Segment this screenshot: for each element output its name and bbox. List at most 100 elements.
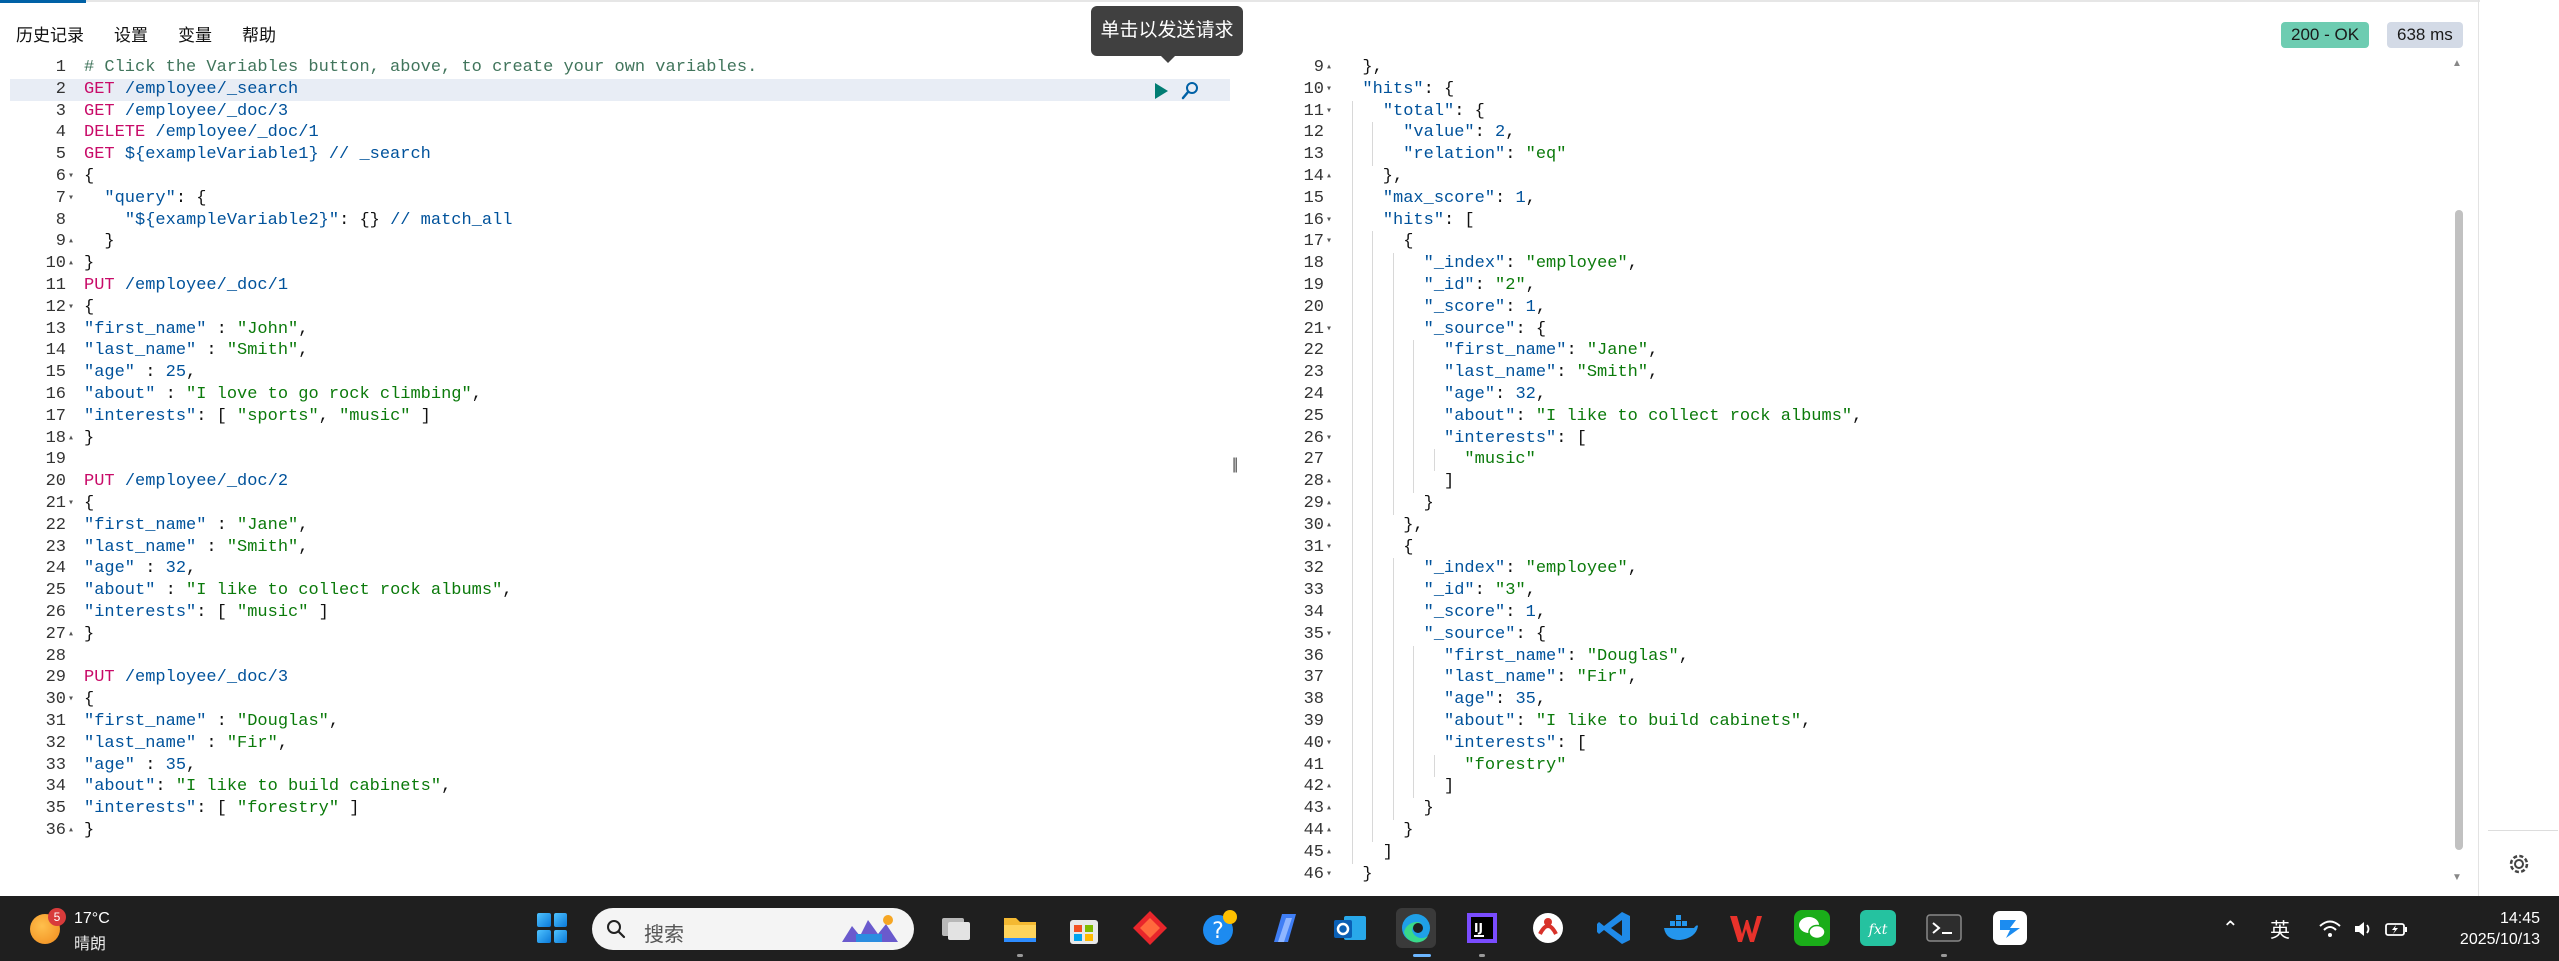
fold-expand-icon[interactable]: ▴ xyxy=(1326,493,1338,515)
code-line[interactable]: 33 "_id": "3", xyxy=(1268,580,2458,603)
code-line[interactable]: 21 ▾ "_source": { xyxy=(1268,318,2458,341)
code-line[interactable]: 41 "forestry" xyxy=(1268,754,2458,777)
fold-expand-icon[interactable]: ▴ xyxy=(68,820,80,842)
fold-collapse-icon[interactable]: ▾ xyxy=(1326,864,1338,886)
code-line[interactable]: 18 "_index": "employee", xyxy=(1268,253,2458,276)
fold-collapse-icon[interactable]: ▾ xyxy=(1326,733,1338,755)
taskbar-search[interactable]: 搜索 xyxy=(592,908,914,950)
fold-collapse-icon[interactable]: ▾ xyxy=(68,493,80,515)
menu-help[interactable]: 帮助 xyxy=(242,21,276,46)
code-line[interactable]: 15 "age" : 25, xyxy=(10,362,1230,384)
battery-icon[interactable] xyxy=(2384,918,2410,940)
fold-expand-icon[interactable]: ▴ xyxy=(1326,820,1338,842)
code-line[interactable]: 1 # Click the Variables button, above, to… xyxy=(10,57,1230,79)
code-line[interactable]: 13 "first_name" : "John", xyxy=(10,319,1230,341)
wrench-icon[interactable] xyxy=(1180,81,1200,101)
fold-expand-icon[interactable]: ▴ xyxy=(1326,776,1338,798)
fold-expand-icon[interactable]: ▴ xyxy=(1326,471,1338,493)
fold-collapse-icon[interactable]: ▾ xyxy=(1326,537,1338,559)
code-line[interactable]: 5 GET ${exampleVariable1} // _search xyxy=(10,144,1230,166)
file-explorer-icon[interactable] xyxy=(1000,908,1040,948)
code-line[interactable]: 37 "last_name": "Fir", xyxy=(1268,667,2458,690)
code-line[interactable]: 18 ▴} xyxy=(10,428,1230,450)
task-view-icon[interactable] xyxy=(936,908,976,948)
fold-collapse-icon[interactable]: ▾ xyxy=(1326,231,1338,253)
fold-collapse-icon[interactable]: ▾ xyxy=(68,166,80,188)
fold-collapse-icon[interactable]: ▾ xyxy=(1326,79,1338,101)
menu-variables[interactable]: 变量 xyxy=(178,21,212,46)
volume-icon[interactable] xyxy=(2352,918,2374,940)
code-line[interactable]: 17 ▾ { xyxy=(1268,231,2458,254)
code-line[interactable]: 19 xyxy=(10,449,1230,471)
code-line[interactable]: 20 "_score": 1, xyxy=(1268,296,2458,319)
fold-expand-icon[interactable]: ▴ xyxy=(1326,798,1338,820)
fold-collapse-icon[interactable]: ▾ xyxy=(1326,319,1338,341)
code-line[interactable]: 42 ▴ ] xyxy=(1268,776,2458,799)
fold-collapse-icon[interactable]: ▾ xyxy=(1326,624,1338,646)
windows-start-icon[interactable] xyxy=(532,908,572,948)
fold-expand-icon[interactable]: ▴ xyxy=(1326,515,1338,537)
code-line[interactable]: 14 ▴ }, xyxy=(1268,166,2458,188)
code-line[interactable]: 23 "last_name": "Smith", xyxy=(1268,362,2458,385)
code-line[interactable]: 45 ▴ ] xyxy=(1268,841,2458,864)
code-line[interactable]: 11 ▾ "total": { xyxy=(1268,100,2458,123)
fold-expand-icon[interactable]: ▴ xyxy=(68,624,80,646)
code-line[interactable]: 27 "music" xyxy=(1268,449,2458,472)
fold-expand-icon[interactable]: ▴ xyxy=(68,428,80,450)
code-line[interactable]: 25 "about" : "I like to collect rock albu… xyxy=(10,580,1230,602)
outlook-icon[interactable] xyxy=(1330,908,1370,948)
code-line[interactable]: 26 "interests": [ "music" ] xyxy=(10,602,1230,624)
code-line[interactable]: 2 GET /employee/_search xyxy=(10,78,1230,101)
copilot-icon[interactable] xyxy=(1264,908,1304,948)
code-line[interactable]: 27 ▴} xyxy=(10,624,1230,646)
code-line[interactable]: 33 "age" : 35, xyxy=(10,755,1230,777)
code-line[interactable]: 4 DELETE /employee/_doc/1 xyxy=(10,122,1230,144)
redis-client-icon[interactable] xyxy=(1528,908,1568,948)
code-line[interactable]: 3 GET /employee/_doc/3 xyxy=(10,101,1230,123)
pane-resize-handle[interactable]: || xyxy=(1232,456,1238,474)
code-line[interactable]: 29 ▴ } xyxy=(1268,493,2458,515)
code-line[interactable]: 30 ▴ }, xyxy=(1268,514,2458,537)
code-line[interactable]: 21 ▾{ xyxy=(10,493,1230,515)
terminal-icon[interactable] xyxy=(1924,908,1964,948)
code-line[interactable]: 36 ▴} xyxy=(10,820,1230,842)
code-line[interactable]: 36 "first_name": "Douglas", xyxy=(1268,645,2458,668)
code-line[interactable]: 22 "first_name" : "Jane", xyxy=(10,515,1230,537)
code-line[interactable]: 10 ▾ "hits": { xyxy=(1268,79,2458,101)
code-line[interactable]: 32 "last_name" : "Fir", xyxy=(10,733,1230,755)
scroll-down-arrow-icon[interactable]: ▼ xyxy=(2452,872,2462,883)
play-icon[interactable] xyxy=(1155,83,1168,99)
wechat-icon[interactable] xyxy=(1792,908,1832,948)
code-line[interactable]: 29 PUT /employee/_doc/3 xyxy=(10,667,1230,689)
intellij-icon[interactable]: IJ xyxy=(1462,908,1502,948)
code-line[interactable]: 26 ▾ "interests": [ xyxy=(1268,427,2458,450)
fold-expand-icon[interactable]: ▴ xyxy=(1326,166,1338,188)
code-line[interactable]: 35 ▾ "_source": { xyxy=(1268,623,2458,646)
code-line[interactable]: 8 "${exampleVariable2}": {} // match_all xyxy=(10,210,1230,232)
vscode-icon[interactable] xyxy=(1594,908,1634,948)
code-line[interactable]: 15 "max_score": 1, xyxy=(1268,187,2458,210)
edge-browser-icon[interactable] xyxy=(1396,908,1436,948)
code-line[interactable]: 43 ▴ } xyxy=(1268,798,2458,821)
ime-indicator[interactable]: 英 xyxy=(2270,896,2290,961)
code-line[interactable]: 44 ▴ } xyxy=(1268,820,2458,842)
code-line[interactable]: 25 "about": "I like to collect rock albu… xyxy=(1268,405,2458,428)
code-line[interactable]: 30 ▾{ xyxy=(10,689,1230,711)
code-line[interactable]: 16 ▾ "hits": [ xyxy=(1268,209,2458,232)
code-line[interactable]: 39 "about": "I like to build cabinets", xyxy=(1268,711,2458,733)
code-line[interactable]: 40 ▾ "interests": [ xyxy=(1268,732,2458,755)
code-line[interactable]: 32 "_index": "employee", xyxy=(1268,558,2458,581)
code-line[interactable]: 24 "age" : 32, xyxy=(10,558,1230,580)
code-line[interactable]: 46 ▾ } xyxy=(1268,864,2458,886)
feishu-icon[interactable] xyxy=(1990,908,2030,948)
code-line[interactable]: 20 PUT /employee/_doc/2 xyxy=(10,471,1230,493)
scroll-up-arrow-icon[interactable]: ▲ xyxy=(2452,58,2462,69)
response-scrollbar[interactable] xyxy=(2455,210,2463,850)
fold-expand-icon[interactable]: ▴ xyxy=(1326,57,1338,79)
system-clock[interactable]: 14:45 2025/10/13 xyxy=(2440,908,2540,950)
code-line[interactable]: 7 ▾ "query": { xyxy=(10,188,1230,210)
code-line[interactable]: 34 "about": "I like to build cabinets", xyxy=(10,776,1230,798)
code-line[interactable]: 28 xyxy=(10,646,1230,668)
help-app-icon[interactable]: ? xyxy=(1198,908,1238,948)
fxt-app-icon[interactable]: fxt xyxy=(1858,908,1898,948)
